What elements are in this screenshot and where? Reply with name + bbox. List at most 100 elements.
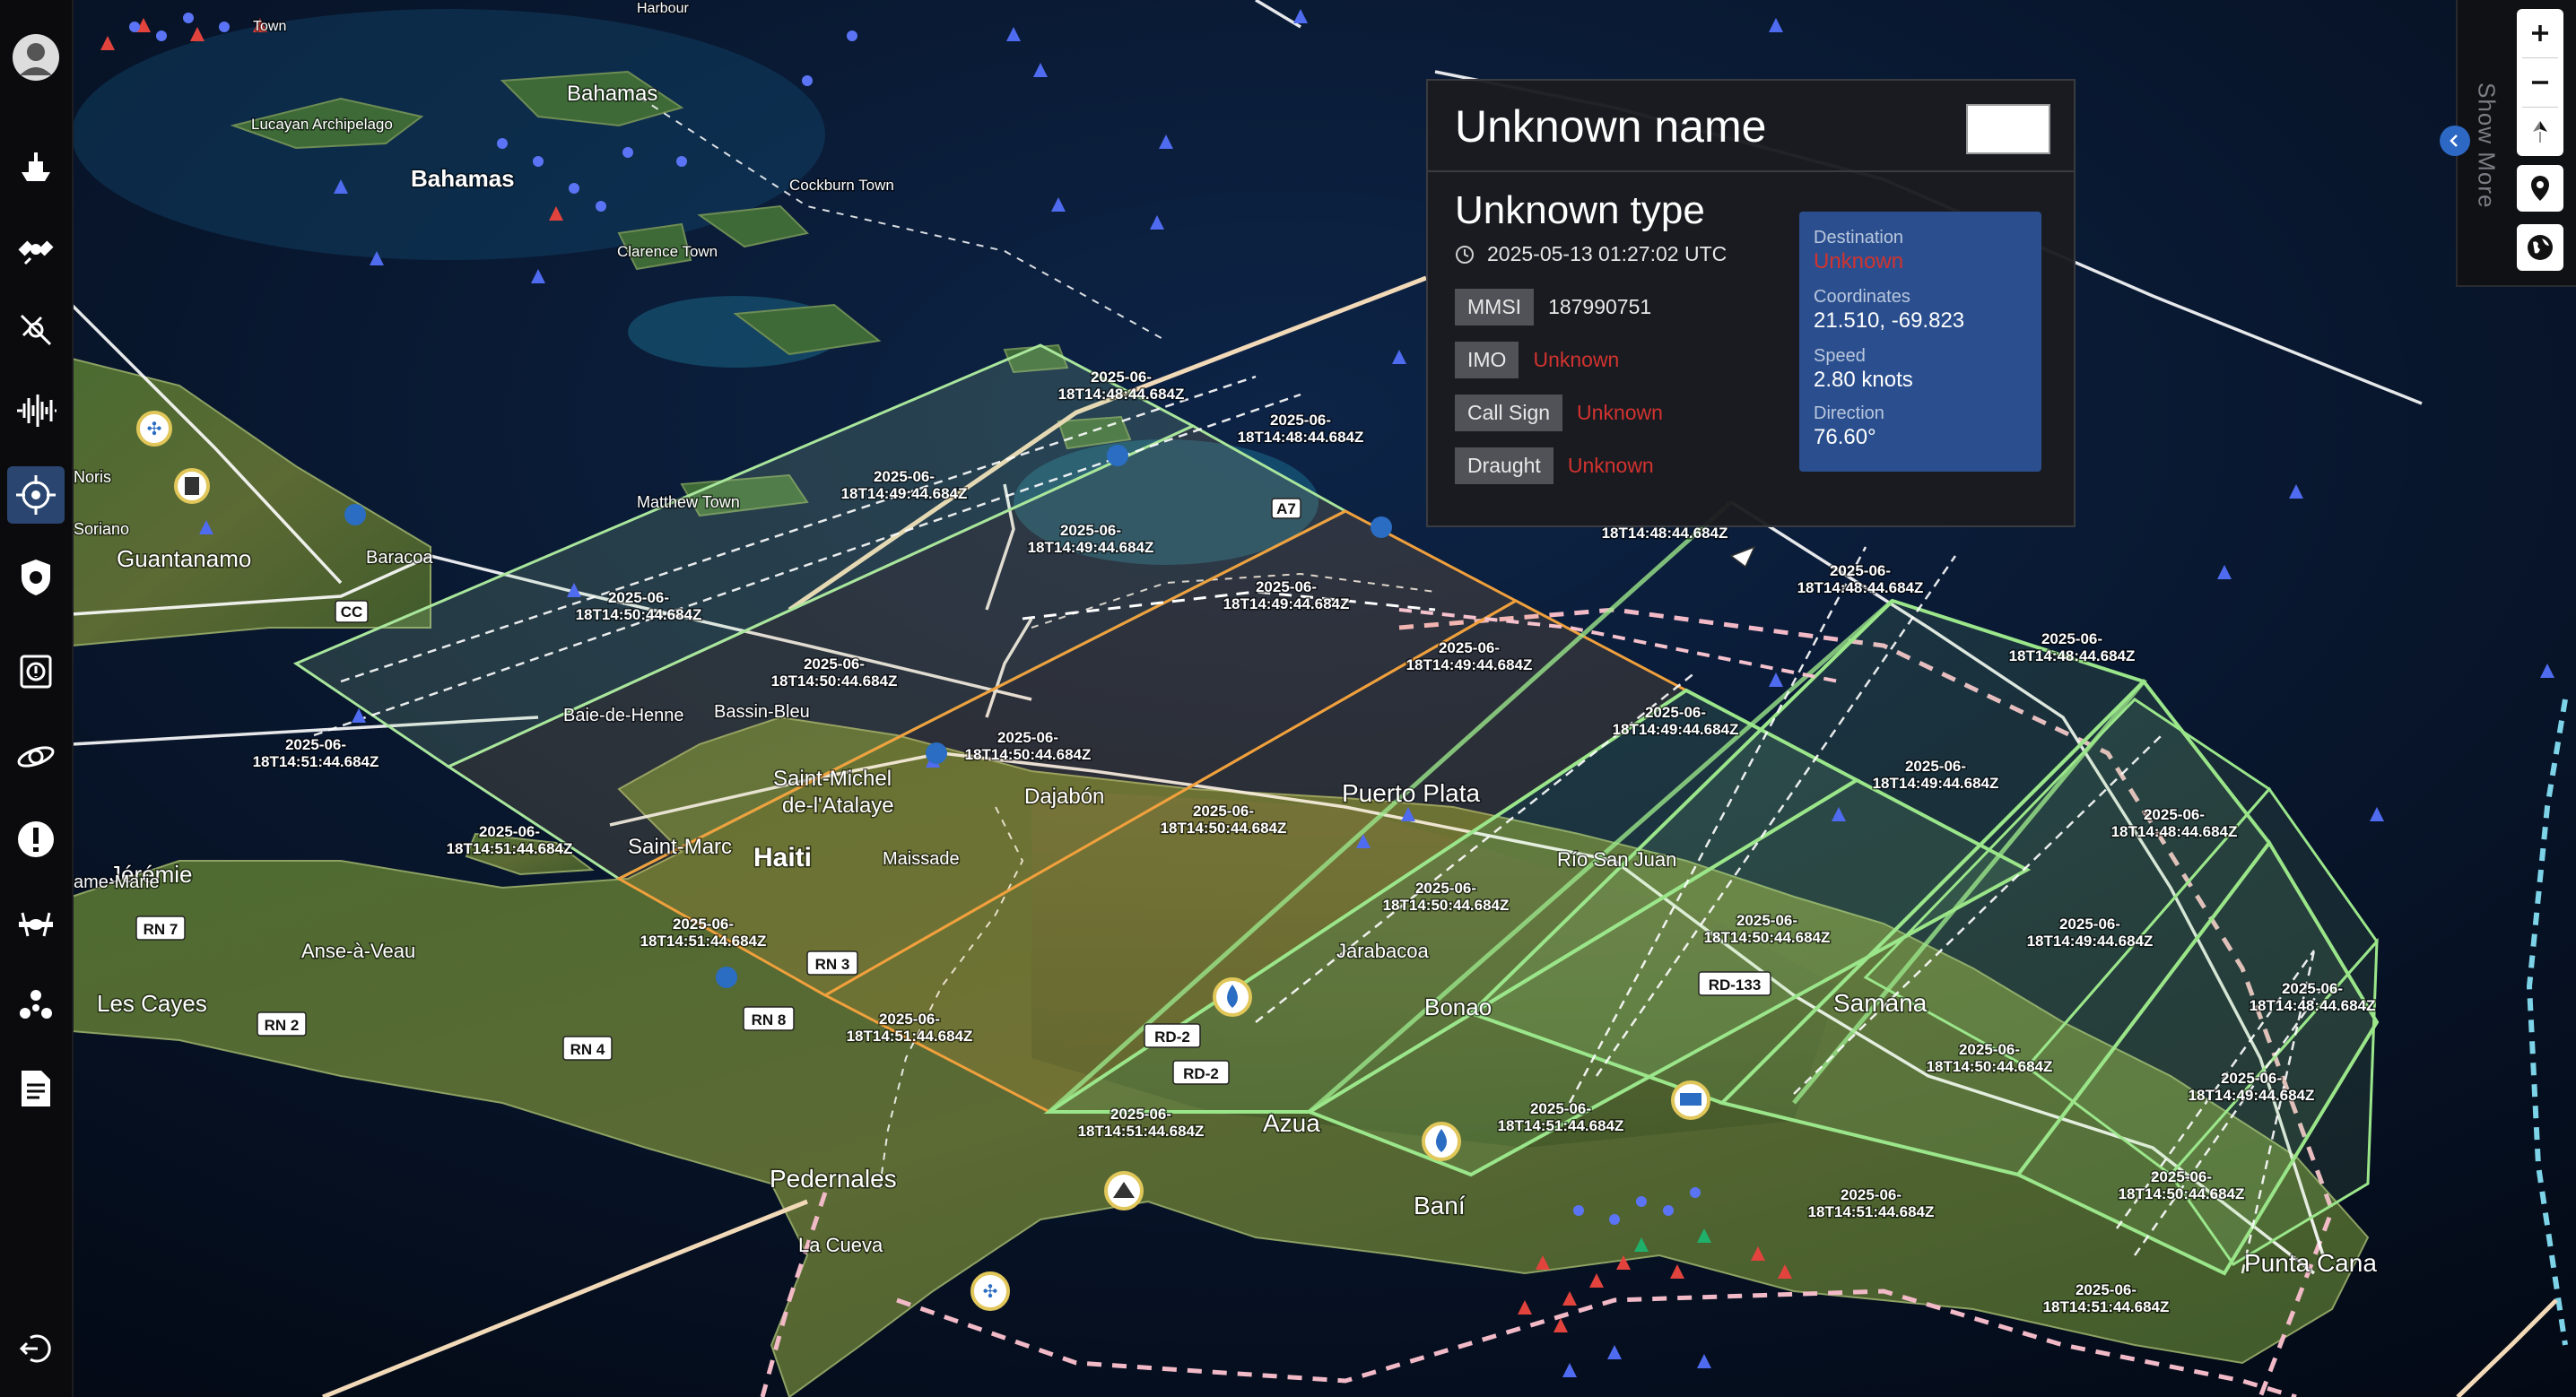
location-pin-button[interactable] [2517,165,2563,212]
vessel-timestamp: 2025-05-13 01:27:02 UTC [1487,242,1727,265]
globe-view-button[interactable] [2517,224,2563,271]
wind-farm-poi-icon-2: ✣ [970,1271,1010,1311]
svg-text:18T14:51:44.684Z: 18T14:51:44.684Z [847,1028,973,1045]
coordinates-value: 21.510, -69.823 [1814,308,1965,333]
svg-text:18T14:51:44.684Z: 18T14:51:44.684Z [1498,1117,1624,1134]
prop-value: Unknown [1567,454,1654,477]
prop-value: Unknown [1577,401,1663,424]
svg-text:RN 4: RN 4 [570,1041,605,1058]
label-town: Town [253,19,286,34]
label-lucayan: Lucayan Archipelago [251,116,393,133]
svg-text:18T14:50:44.684Z: 18T14:50:44.684Z [1161,820,1287,837]
label-pedernales: Pedernales [770,1165,897,1193]
svg-text:2025-06-: 2025-06- [285,736,346,753]
water-drop-poi-icon [1213,977,1252,1017]
label-bonao: Bonao [1424,994,1492,1020]
label-bani: Baní [1414,1192,1466,1219]
label-atalaye: de-l'Atalaye [782,794,894,818]
svg-text:2025-06-: 2025-06- [2282,980,2343,997]
svg-text:18T14:48:44.684Z: 18T14:48:44.684Z [2111,823,2238,840]
svg-text:2025-06-: 2025-06- [2041,630,2102,647]
show-more-toggle[interactable]: Show More [2468,74,2504,217]
drone-icon[interactable] [0,970,72,1042]
shield-icon[interactable] [0,542,72,613]
svg-text:2025-06-: 2025-06- [2059,915,2120,933]
satellite-icon[interactable] [0,213,72,285]
aircraft-icon[interactable] [0,888,72,959]
svg-text:18T14:51:44.684Z: 18T14:51:44.684Z [1078,1123,1205,1140]
svg-text:2025-06-: 2025-06- [1256,578,1317,595]
svg-text:2025-06-: 2025-06- [804,655,865,672]
orbit-icon[interactable] [0,721,72,793]
solar-poi-icon [1671,1080,1710,1120]
svg-text:2025-06-: 2025-06- [997,729,1058,746]
svg-text:RN 2: RN 2 [265,1017,300,1034]
svg-text:18T14:48:44.684Z: 18T14:48:44.684Z [2250,997,2376,1014]
satellite-off-icon[interactable] [0,294,72,366]
chevron-left-icon[interactable] [2440,126,2470,156]
direction-value: 76.60° [1814,425,1876,449]
label-azua: Azua [1263,1109,1320,1137]
svg-text:18T14:48:44.684Z: 18T14:48:44.684Z [1238,429,1364,446]
svg-text:18T14:51:44.684Z: 18T14:51:44.684Z [1808,1203,1935,1220]
svg-text:18T14:48:44.684Z: 18T14:48:44.684Z [1797,579,1924,596]
svg-text:18T14:49:44.684Z: 18T14:49:44.684Z [841,485,968,502]
left-sidebar [0,0,74,1397]
svg-text:18T14:50:44.684Z: 18T14:50:44.684Z [576,606,702,623]
road-sign-rn7: RN 7 [135,915,186,941]
svg-text:2025-06-: 2025-06- [2151,1168,2212,1185]
coordinates-label: Coordinates [1814,287,1910,307]
svg-text:18T14:49:44.684Z: 18T14:49:44.684Z [1613,721,1739,738]
vessel-photo [1966,104,2050,154]
label-matthew: Matthew Town [637,493,740,511]
label-haiti: Haiti [753,843,812,872]
label-bahamas-2: Bahamas [411,165,515,192]
prop-label: MMSI [1455,289,1535,325]
svg-text:18T14:50:44.684Z: 18T14:50:44.684Z [1383,897,1510,914]
label-maissade: Maissade [883,849,960,869]
target-icon[interactable] [0,459,72,531]
svg-text:18T14:49:44.684Z: 18T14:49:44.684Z [2027,933,2154,950]
label-clarence: Clarence Town [617,243,718,260]
satellite-map[interactable]: ✣ ✣ RN 7 RN 2 RN 4 RN 3 RN 8 CC RD-2 RD-… [0,0,2576,1397]
svg-text:18T14:50:44.684Z: 18T14:50:44.684Z [1704,929,1831,946]
speed-label: Speed [1814,346,1866,366]
zoom-in-button[interactable] [2517,9,2563,57]
svg-text:RN 8: RN 8 [752,1011,787,1028]
prop-label: Draught [1455,447,1553,484]
label-ame-marie: ame-Marie [74,872,160,892]
svg-text:2025-06-: 2025-06- [1439,639,1500,656]
alert-circle-icon[interactable] [0,803,72,875]
label-harbour: Harbour [637,1,689,16]
label-jarabacoa: Jarabacoa [1336,940,1430,962]
label-baracoa: Baracoa [366,548,433,568]
popup-header: Unknown name [1428,81,2074,172]
user-avatar-icon[interactable] [0,22,72,93]
ship-icon[interactable] [0,131,72,203]
svg-text:18T14:50:44.684Z: 18T14:50:44.684Z [965,746,1092,763]
road-sign-a7: A7 [1271,498,1301,519]
svg-text:2025-06-: 2025-06- [2144,806,2205,823]
signal-wave-icon[interactable] [0,375,72,447]
logout-icon[interactable] [0,1313,72,1384]
svg-text:2025-06-: 2025-06- [1959,1041,2020,1058]
svg-text:18T14:50:44.684Z: 18T14:50:44.684Z [2119,1185,2245,1202]
svg-text:18T14:51:44.684Z: 18T14:51:44.684Z [447,840,573,857]
document-icon[interactable] [0,1053,72,1124]
label-puerto-plata: Puerto Plata [1342,779,1481,807]
svg-text:18T14:51:44.684Z: 18T14:51:44.684Z [253,753,379,770]
svg-text:18T14:48:44.684Z: 18T14:48:44.684Z [2009,647,2136,664]
svg-text:A7: A7 [1276,500,1296,517]
label-cockburn: Cockburn Town [789,177,894,194]
road-sign-rn3: RN 3 [806,950,858,976]
prop-label: Call Sign [1455,395,1563,431]
water-drop-poi-icon-2 [1422,1122,1461,1161]
prop-value: 187990751 [1548,295,1652,318]
label-saint-michel: Saint-Michel [773,767,892,791]
compass-reset-button[interactable] [2517,108,2563,156]
prop-row-mmsi: MMSI 187990751 [1455,289,1651,325]
timestamp-row: 2025-05-13 01:27:02 UTC [1455,242,1727,266]
svg-text:2025-06-: 2025-06- [1193,803,1254,820]
alert-box-icon[interactable] [0,635,72,707]
zoom-out-button[interactable] [2517,58,2563,107]
